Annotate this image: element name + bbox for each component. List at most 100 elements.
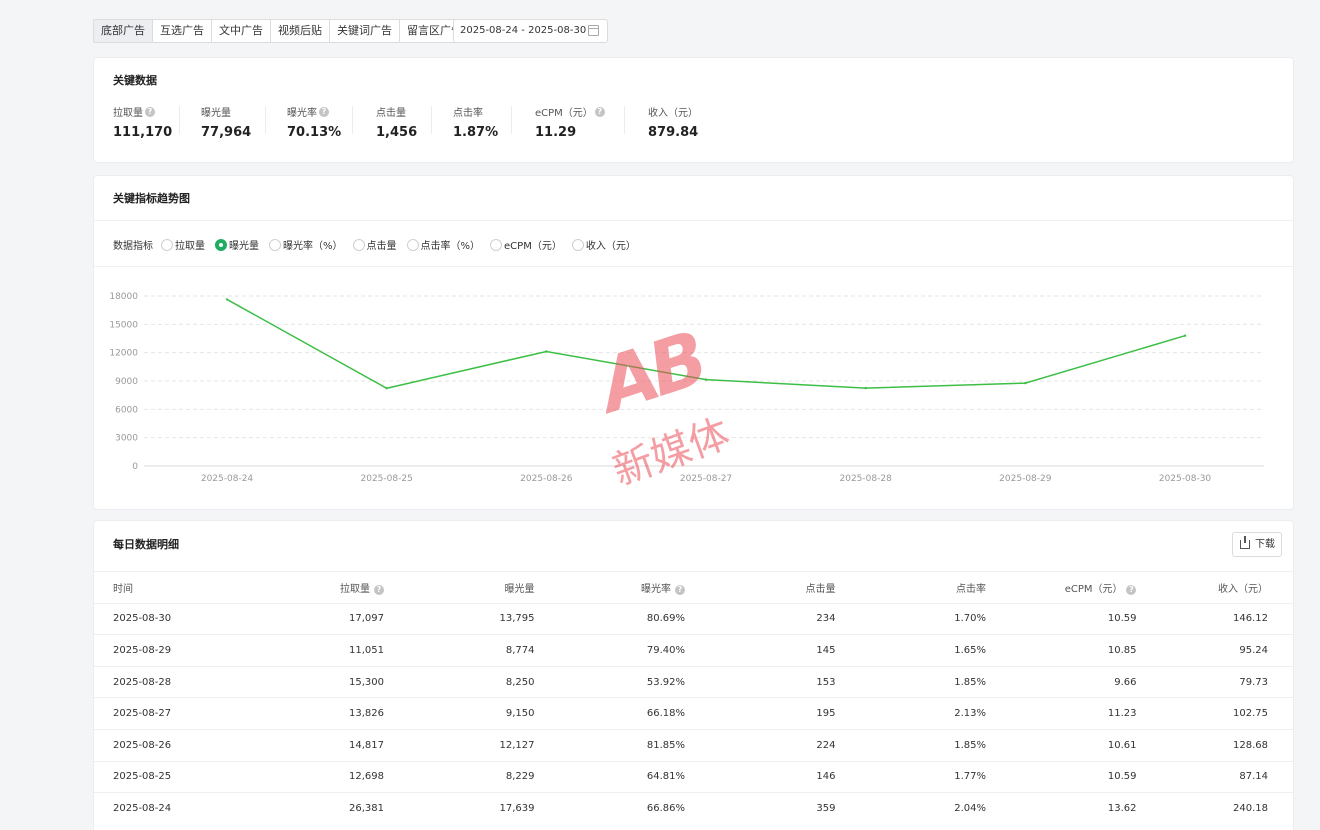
date-range-picker[interactable]: 2025-08-24 - 2025-08-30: [453, 19, 608, 43]
series-line: [226, 298, 1186, 390]
tab-4[interactable]: 关键词广告: [330, 20, 400, 42]
x-tick-label: 2025-08-25: [361, 474, 413, 484]
tab-2[interactable]: 文中广告: [212, 20, 271, 42]
table-cell: 10.59: [991, 760, 1143, 793]
table-row: 2025-08-24 26,381 17,639 66.86% 359 2.04% 13.6…: [94, 792, 1293, 825]
help-icon[interactable]: ?: [1126, 584, 1137, 595]
table-cell: 146: [690, 760, 842, 793]
table-cell: 102.75: [1142, 697, 1293, 730]
table-cell: 145: [690, 634, 842, 667]
table-cell: 359: [690, 792, 842, 825]
data-point[interactable]: [385, 387, 388, 390]
column-header-label: eCPM（元）: [1064, 583, 1123, 595]
column-header: 点击率: [841, 571, 992, 604]
help-icon[interactable]: ?: [145, 106, 155, 117]
metric-option-4[interactable]: 点击率（%）: [406, 237, 481, 252]
kpi-value: 11.29: [535, 125, 577, 140]
daily-table: 时间 拉取量? 曝光量 曝光率? 点击量 点击率 eCPM（元）? 收入（元） 2025-08…: [94, 571, 1293, 825]
radio-icon: [490, 238, 503, 251]
table-cell: 2025-08-26: [94, 728, 245, 762]
y-tick-label: 3000: [115, 434, 138, 444]
metric-option-label: 点击量: [366, 241, 397, 252]
daily-data-card: 每日数据明细 下载 时间 拉取量? 曝光量 曝光率? 点击量 点击率 eCPM（元）? 收入（…: [93, 520, 1294, 830]
data-point[interactable]: [1183, 334, 1187, 337]
y-tick-label: 12000: [109, 349, 138, 359]
kpi-label-text: 收入（元）: [648, 108, 698, 119]
table-cell: 64.81%: [540, 760, 691, 793]
help-icon[interactable]: ?: [373, 584, 384, 595]
table-cell: 11.23: [991, 697, 1143, 730]
kpi-label: 曝光率?: [287, 104, 341, 119]
table-cell: 17,639: [389, 792, 541, 825]
help-icon[interactable]: ?: [594, 106, 605, 117]
column-header: 时间: [94, 571, 245, 604]
help-icon[interactable]: ?: [319, 106, 329, 117]
radio-icon: [352, 238, 365, 251]
kpi-item: eCPM（元）? 11.29: [535, 104, 605, 140]
table-cell: 15,300: [244, 665, 390, 698]
data-point[interactable]: [864, 386, 867, 390]
metric-option-2[interactable]: 曝光率（%）: [269, 237, 343, 252]
table-cell: 10.61: [991, 728, 1143, 762]
download-button[interactable]: 下载: [1232, 532, 1282, 557]
table-cell: 66.86%: [540, 792, 691, 825]
tab-0[interactable]: 底部广告: [94, 20, 153, 42]
table-cell: 2025-08-25: [94, 760, 245, 793]
table-cell: 1.85%: [841, 665, 992, 698]
data-point[interactable]: [1024, 381, 1027, 385]
metric-option-0[interactable]: 拉取量: [161, 237, 205, 252]
metric-option-label: 曝光量: [229, 241, 259, 252]
table-cell: 12,127: [389, 728, 541, 762]
table-cell: 1.70%: [841, 602, 992, 635]
metric-option-label: 点击率（%）: [420, 241, 481, 252]
table-cell: 11,051: [244, 634, 390, 667]
kpi-label: eCPM（元）?: [535, 104, 605, 119]
metric-option-label: 收入（元）: [585, 241, 636, 252]
kpi-label-text: eCPM（元）: [535, 108, 593, 119]
tab-3[interactable]: 视频后贴: [271, 20, 330, 42]
table-cell: 195: [690, 697, 842, 730]
kpi-value: 70.13%: [287, 125, 342, 140]
table-row: 2025-08-29 11,051 8,774 79.40% 145 1.65% 10.85…: [94, 634, 1293, 667]
table-cell: 8,250: [389, 665, 541, 698]
x-tick-label: 2025-08-27: [680, 474, 732, 484]
kpi-label-text: 曝光率: [287, 108, 317, 119]
metric-option-1[interactable]: 曝光量: [215, 237, 259, 252]
table-cell: 87.14: [1142, 760, 1293, 793]
table-cell: 8,229: [389, 760, 541, 793]
metric-option-5[interactable]: eCPM（元）: [490, 237, 562, 252]
kpi-value: 111,170: [113, 125, 173, 140]
metric-option-3[interactable]: 点击量: [352, 237, 397, 252]
kpi-divider: [511, 106, 512, 134]
divider: [94, 266, 1293, 267]
metric-option-label: eCPM（元）: [504, 241, 562, 252]
column-header-label: 曝光量: [504, 583, 535, 595]
kpi-item: 收入（元） 879.84: [648, 104, 698, 140]
table-cell: 53.92%: [540, 665, 691, 698]
table-cell: 1.77%: [841, 760, 992, 793]
metric-option-6[interactable]: 收入（元）: [571, 237, 636, 252]
table-cell: 2025-08-30: [94, 602, 245, 635]
table-row: 2025-08-27 13,826 9,150 66.18% 195 2.13% 11.23…: [94, 697, 1293, 730]
table-cell: 1.65%: [841, 634, 992, 667]
date-range-value: 2025-08-24 - 2025-08-30: [460, 25, 587, 36]
y-tick-label: 0: [132, 462, 138, 472]
key-data-title: 关键数据: [113, 74, 157, 87]
data-point[interactable]: [225, 298, 229, 301]
help-icon[interactable]: ?: [674, 584, 685, 595]
table-cell: 79.40%: [540, 634, 691, 667]
kpi-item: 点击量 1,456: [376, 104, 417, 140]
table-cell: 13.62: [991, 792, 1143, 825]
data-point[interactable]: [545, 350, 548, 353]
kpi-label: 点击量: [376, 104, 417, 119]
download-label: 下载: [1255, 539, 1275, 550]
kpi-label-text: 曝光量: [201, 108, 231, 119]
column-header-label: 曝光率: [640, 583, 671, 595]
x-tick-label: 2025-08-26: [520, 474, 573, 484]
x-tick-label: 2025-08-28: [840, 474, 893, 484]
table-cell: 80.69%: [540, 602, 691, 635]
radio-icon: [406, 238, 419, 251]
tab-1[interactable]: 互选广告: [153, 20, 212, 42]
kpi-label-text: 点击率: [453, 108, 483, 119]
table-cell: 2025-08-24: [94, 792, 245, 825]
